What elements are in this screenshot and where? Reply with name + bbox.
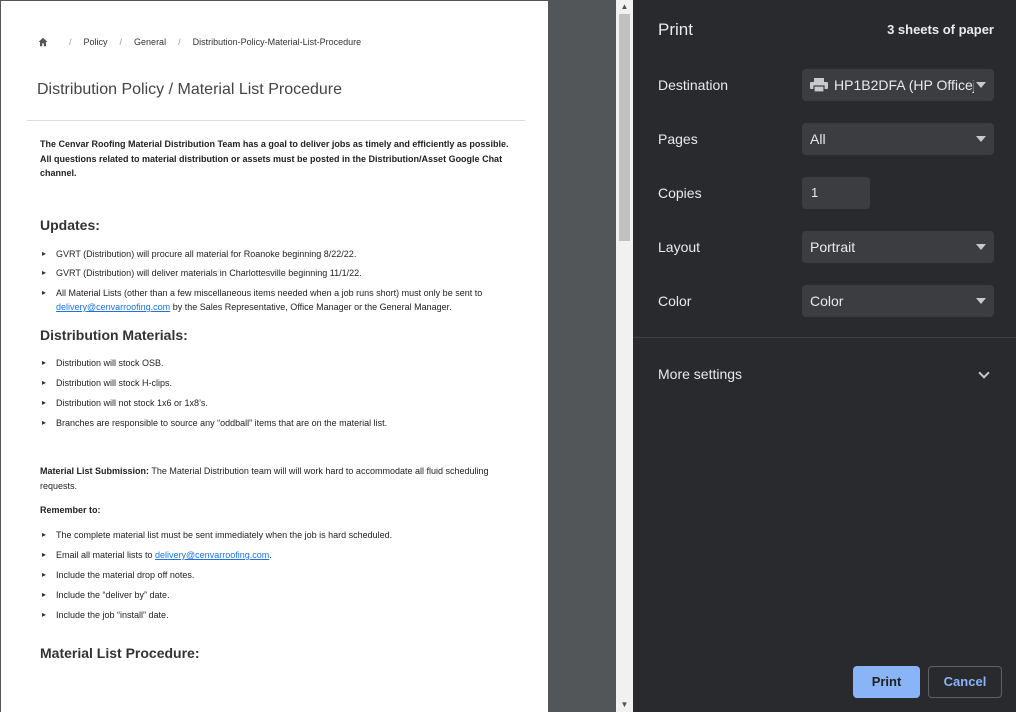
remember-list: The complete material list must be sent … — [40, 528, 522, 622]
color-select[interactable]: Color — [802, 285, 994, 317]
layout-value: Portrait — [810, 239, 856, 255]
list-item: Distribution will not stock 1x6 or 1x8’s… — [40, 396, 522, 410]
updates-list: GVRT (Distribution) will procure all mat… — [40, 247, 522, 314]
material-list-procedure-heading: Material List Procedure: — [40, 645, 200, 661]
chevron-down-icon[interactable] — [978, 367, 990, 379]
print-dialog-title: Print — [658, 20, 693, 39]
list-item: All Material Lists (other than a few mis… — [40, 286, 522, 314]
breadcrumb-separator: / — [119, 37, 123, 47]
preview-scrollbar[interactable]: ▲ ▼ — [616, 0, 633, 712]
list-item-text: by the Sales Representative, Office Mana… — [170, 302, 452, 312]
scroll-up-arrow-icon[interactable]: ▲ — [616, 0, 633, 14]
list-item: Include the “deliver by” date. — [40, 588, 522, 602]
breadcrumb-separator: / — [69, 37, 72, 47]
print-settings-panel: Print 3 sheets of paper Destination HP1B… — [633, 0, 1016, 712]
scrollbar-thumb[interactable] — [619, 14, 630, 241]
delivery-email-link[interactable]: delivery@cenvarroofing.com — [56, 302, 170, 312]
breadcrumb: / Policy / General / Distribution-Policy… — [38, 37, 361, 47]
intro-paragraph: The Cenvar Roofing Material Distribution… — [40, 139, 509, 178]
pages-value: All — [810, 131, 826, 147]
caret-down-icon — [976, 244, 986, 250]
list-item: Include the job “install” date. — [40, 608, 522, 622]
breadcrumb-item-current[interactable]: Distribution-Policy-Material-List-Proced… — [193, 37, 362, 47]
list-item-text: . — [269, 550, 272, 560]
destination-value: HP1B2DFA (HP Officejet — [834, 77, 974, 93]
remember-label: Remember to: — [40, 505, 101, 515]
settings-divider — [633, 337, 1016, 338]
print-button[interactable]: Print — [853, 666, 920, 698]
color-value: Color — [810, 293, 844, 309]
preview-page: / Policy / General / Distribution-Policy… — [1, 1, 548, 712]
pages-label: Pages — [658, 131, 698, 147]
document-body: The Cenvar Roofing Material Distribution… — [40, 137, 522, 661]
list-item: Distribution will stock OSB. — [40, 356, 522, 370]
home-icon[interactable] — [38, 37, 48, 47]
layout-select[interactable]: Portrait — [802, 231, 994, 263]
list-item: The complete material list must be sent … — [40, 528, 522, 542]
breadcrumb-item-general[interactable]: General — [134, 37, 166, 47]
breadcrumb-item-policy[interactable]: Policy — [84, 37, 108, 47]
more-settings-toggle[interactable]: More settings — [658, 366, 742, 382]
list-item-text: All Material Lists (other than a few mis… — [56, 288, 483, 298]
destination-select[interactable]: HP1B2DFA (HP Officejet — [802, 69, 994, 101]
copies-label: Copies — [658, 185, 702, 201]
remember-label-paragraph: Remember to: — [40, 503, 522, 518]
delivery-email-link[interactable]: delivery@cenvarroofing.com — [155, 550, 269, 560]
color-label: Color — [658, 293, 692, 309]
page-title: Distribution Policy / Material List Proc… — [37, 81, 343, 98]
list-item: Branches are responsible to source any “… — [40, 416, 522, 430]
list-item: GVRT (Distribution) will deliver materia… — [40, 266, 522, 280]
list-item-text: Email all material lists to — [56, 550, 156, 560]
list-item: Distribution will stock H-clips. — [40, 376, 522, 390]
print-preview-area: / Policy / General / Distribution-Policy… — [0, 0, 633, 712]
printer-icon — [810, 77, 828, 92]
list-item: Include the material drop off notes. — [40, 568, 522, 582]
caret-down-icon — [976, 136, 986, 142]
materials-list: Distribution will stock OSB. Distributio… — [40, 356, 522, 430]
destination-label: Destination — [658, 77, 729, 93]
list-item: Email all material lists to delivery@cen… — [40, 548, 522, 562]
breadcrumb-separator: / — [178, 37, 181, 47]
cancel-button[interactable]: Cancel — [928, 666, 1002, 698]
caret-down-icon — [976, 82, 986, 88]
pages-select[interactable]: All — [802, 123, 994, 155]
caret-down-icon — [976, 298, 986, 304]
title-divider — [27, 120, 525, 121]
updates-heading: Updates: — [40, 217, 100, 233]
list-item: GVRT (Distribution) will procure all mat… — [40, 247, 522, 261]
sheet-count: 3 sheets of paper — [887, 22, 994, 37]
layout-label: Layout — [658, 239, 701, 255]
copies-input[interactable]: 1 — [802, 177, 870, 209]
submission-label: Material List Submission: — [40, 466, 150, 476]
scroll-down-arrow-icon[interactable]: ▼ — [616, 698, 633, 712]
submission-paragraph: Material List Submission: The Material D… — [40, 464, 522, 494]
distribution-materials-heading: Distribution Materials: — [40, 327, 188, 343]
